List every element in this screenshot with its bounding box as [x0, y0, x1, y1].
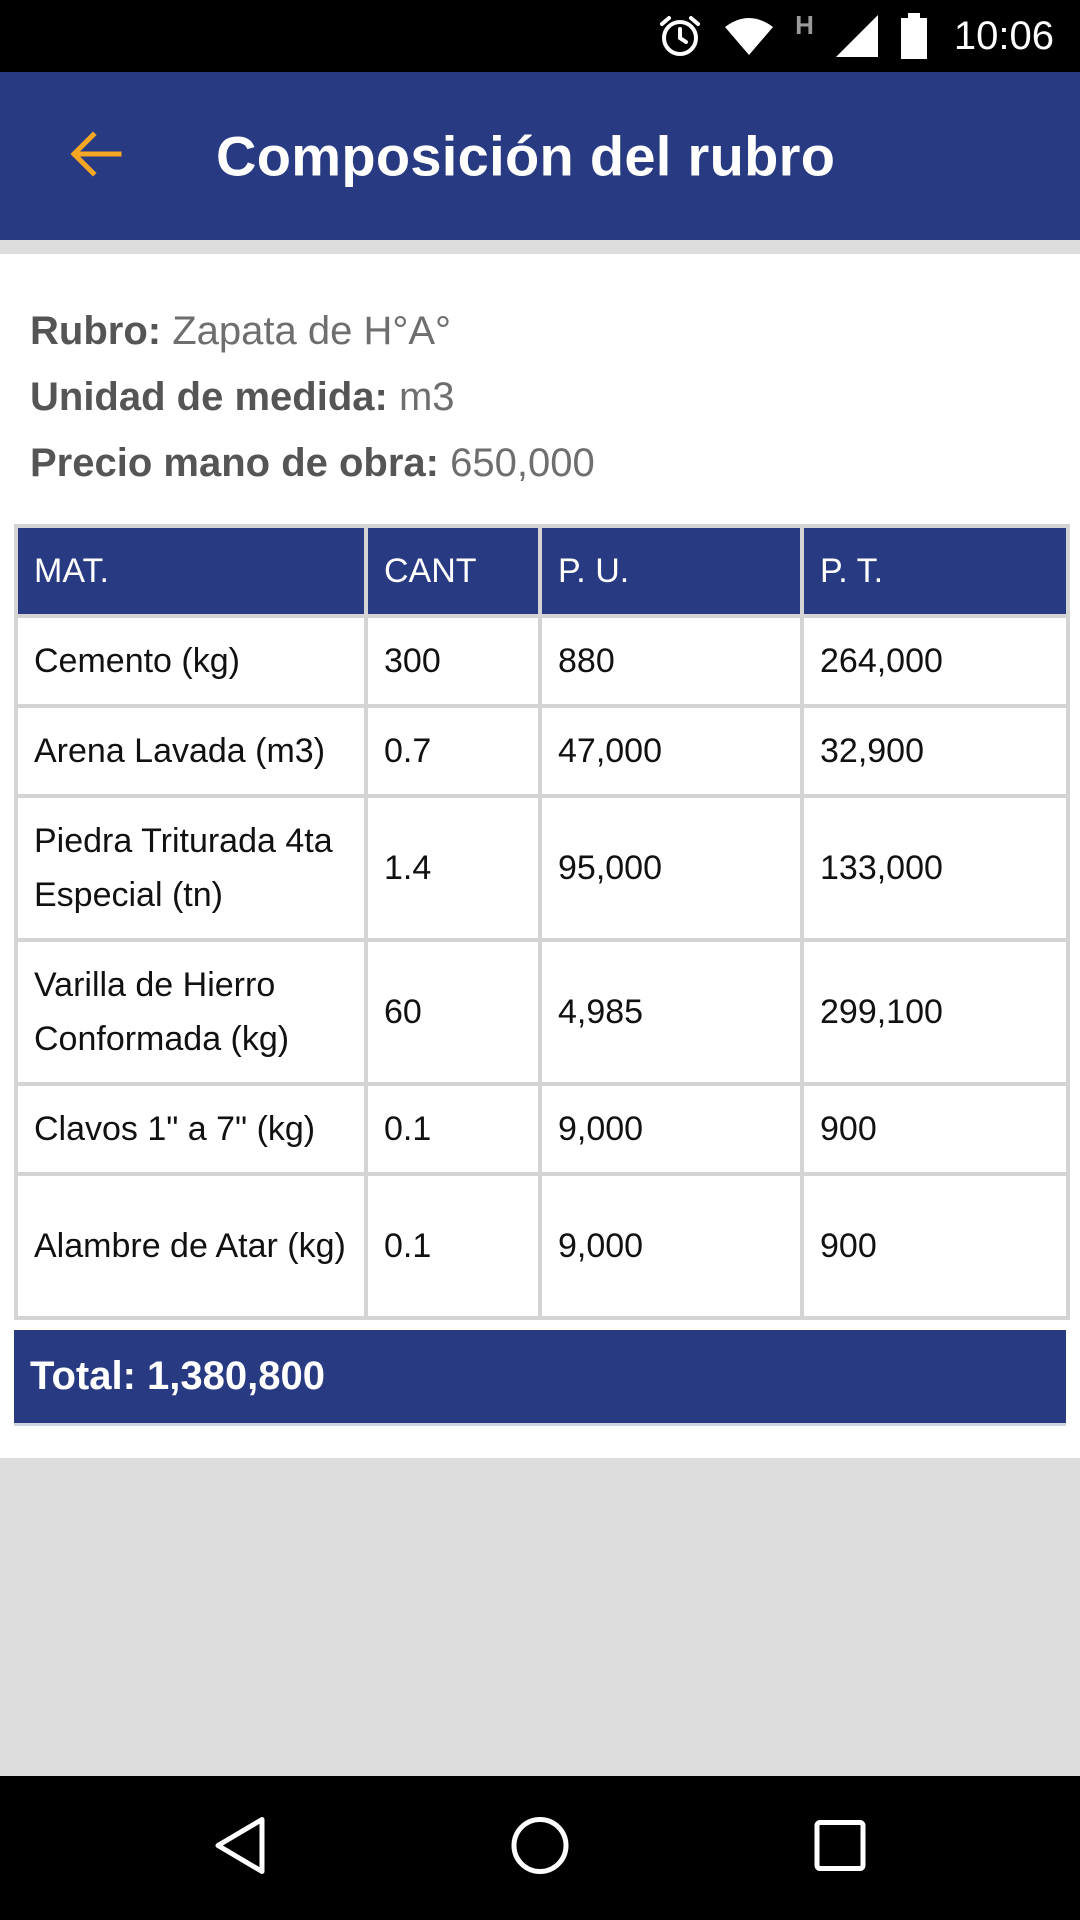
- network-type-label: H: [795, 9, 814, 40]
- table-cell: 880: [538, 614, 804, 708]
- nav-back-button[interactable]: [212, 1816, 268, 1881]
- table-cell: 32,900: [800, 704, 1070, 798]
- rubro-value: Zapata de H°A°: [172, 309, 452, 353]
- table-cell: Piedra Triturada 4ta Especial (tn): [14, 794, 368, 942]
- rubro-info: Rubro: Zapata de H°A° Unidad de medida: …: [30, 298, 595, 496]
- table-cell: Alambre de Atar (kg): [14, 1172, 368, 1320]
- page-title: Composición del rubro: [216, 124, 836, 188]
- signal-icon: [834, 13, 880, 59]
- rubro-line: Rubro: Zapata de H°A°: [30, 298, 595, 364]
- column-header-material: MAT.: [14, 524, 368, 618]
- back-button[interactable]: [66, 126, 126, 186]
- table-header-row: MAT. CANT P. U. P. T.: [14, 524, 1070, 618]
- alarm-icon: [657, 13, 703, 59]
- unit-line: Unidad de medida: m3: [30, 364, 595, 430]
- table-cell: 4,985: [538, 938, 804, 1086]
- table-cell: 9,000: [538, 1082, 804, 1176]
- total-bar: Total: 1,380,800: [14, 1330, 1066, 1426]
- table-cell: Arena Lavada (m3): [14, 704, 368, 798]
- recents-square-icon: [813, 1820, 867, 1877]
- unit-value: m3: [398, 375, 455, 419]
- total-label: Total: 1,380,800: [30, 1354, 325, 1398]
- rubro-label: Rubro:: [30, 309, 162, 353]
- unit-label: Unidad de medida:: [30, 375, 388, 419]
- labor-price-label: Precio mano de obra:: [30, 441, 439, 485]
- table-row: Clavos 1" a 7" (kg) 0.1 9,000 900: [14, 1082, 1070, 1176]
- status-bar: H 10:06: [0, 0, 1080, 72]
- table-cell: Cemento (kg): [14, 614, 368, 708]
- table-cell: 47,000: [538, 704, 804, 798]
- column-header-unit-price: P. U.: [538, 524, 804, 618]
- nav-home-button[interactable]: [510, 1816, 570, 1881]
- navigation-bar: [0, 1776, 1080, 1920]
- battery-icon: [900, 13, 928, 59]
- materials-table: MAT. CANT P. U. P. T. Cemento (kg) 300 8…: [14, 524, 1070, 1320]
- table-cell: 95,000: [538, 794, 804, 942]
- table-cell: 1.4: [364, 794, 542, 942]
- table-cell: Clavos 1" a 7" (kg): [14, 1082, 368, 1176]
- labor-price-line: Precio mano de obra: 650,000: [30, 430, 595, 496]
- table-cell: 900: [800, 1082, 1070, 1176]
- table-cell: 9,000: [538, 1172, 804, 1320]
- table-cell: Varilla de Hierro Conformada (kg): [14, 938, 368, 1086]
- app-bar: Composición del rubro: [0, 72, 1080, 240]
- table-cell: 133,000: [800, 794, 1070, 942]
- table-cell: 0.7: [364, 704, 542, 798]
- nav-recents-button[interactable]: [813, 1819, 867, 1878]
- table-row: Piedra Triturada 4ta Especial (tn) 1.4 9…: [14, 794, 1070, 942]
- table-row: Alambre de Atar (kg) 0.1 9,000 900: [14, 1172, 1070, 1320]
- column-header-quantity: CANT: [364, 524, 542, 618]
- column-header-total-price: P. T.: [800, 524, 1070, 618]
- clock: 10:06: [953, 13, 1054, 58]
- table-cell: 264,000: [800, 614, 1070, 708]
- table-cell: 300: [364, 614, 542, 708]
- labor-price-value: 650,000: [450, 441, 595, 485]
- back-triangle-icon: [212, 1817, 268, 1880]
- table-cell: 299,100: [800, 938, 1070, 1086]
- table-cell: 900: [800, 1172, 1070, 1320]
- home-circle-icon: [510, 1817, 570, 1880]
- table-cell: 0.1: [364, 1082, 542, 1176]
- table-row: Varilla de Hierro Conformada (kg) 60 4,9…: [14, 938, 1070, 1086]
- arrow-left-icon: [69, 130, 123, 183]
- table-cell: 60: [364, 938, 542, 1086]
- wifi-icon: [723, 15, 775, 57]
- table-cell: 0.1: [364, 1172, 542, 1320]
- content-card: Rubro: Zapata de H°A° Unidad de medida: …: [0, 254, 1080, 1458]
- table-row: Arena Lavada (m3) 0.7 47,000 32,900: [14, 704, 1070, 798]
- table-row: Cemento (kg) 300 880 264,000: [14, 614, 1070, 708]
